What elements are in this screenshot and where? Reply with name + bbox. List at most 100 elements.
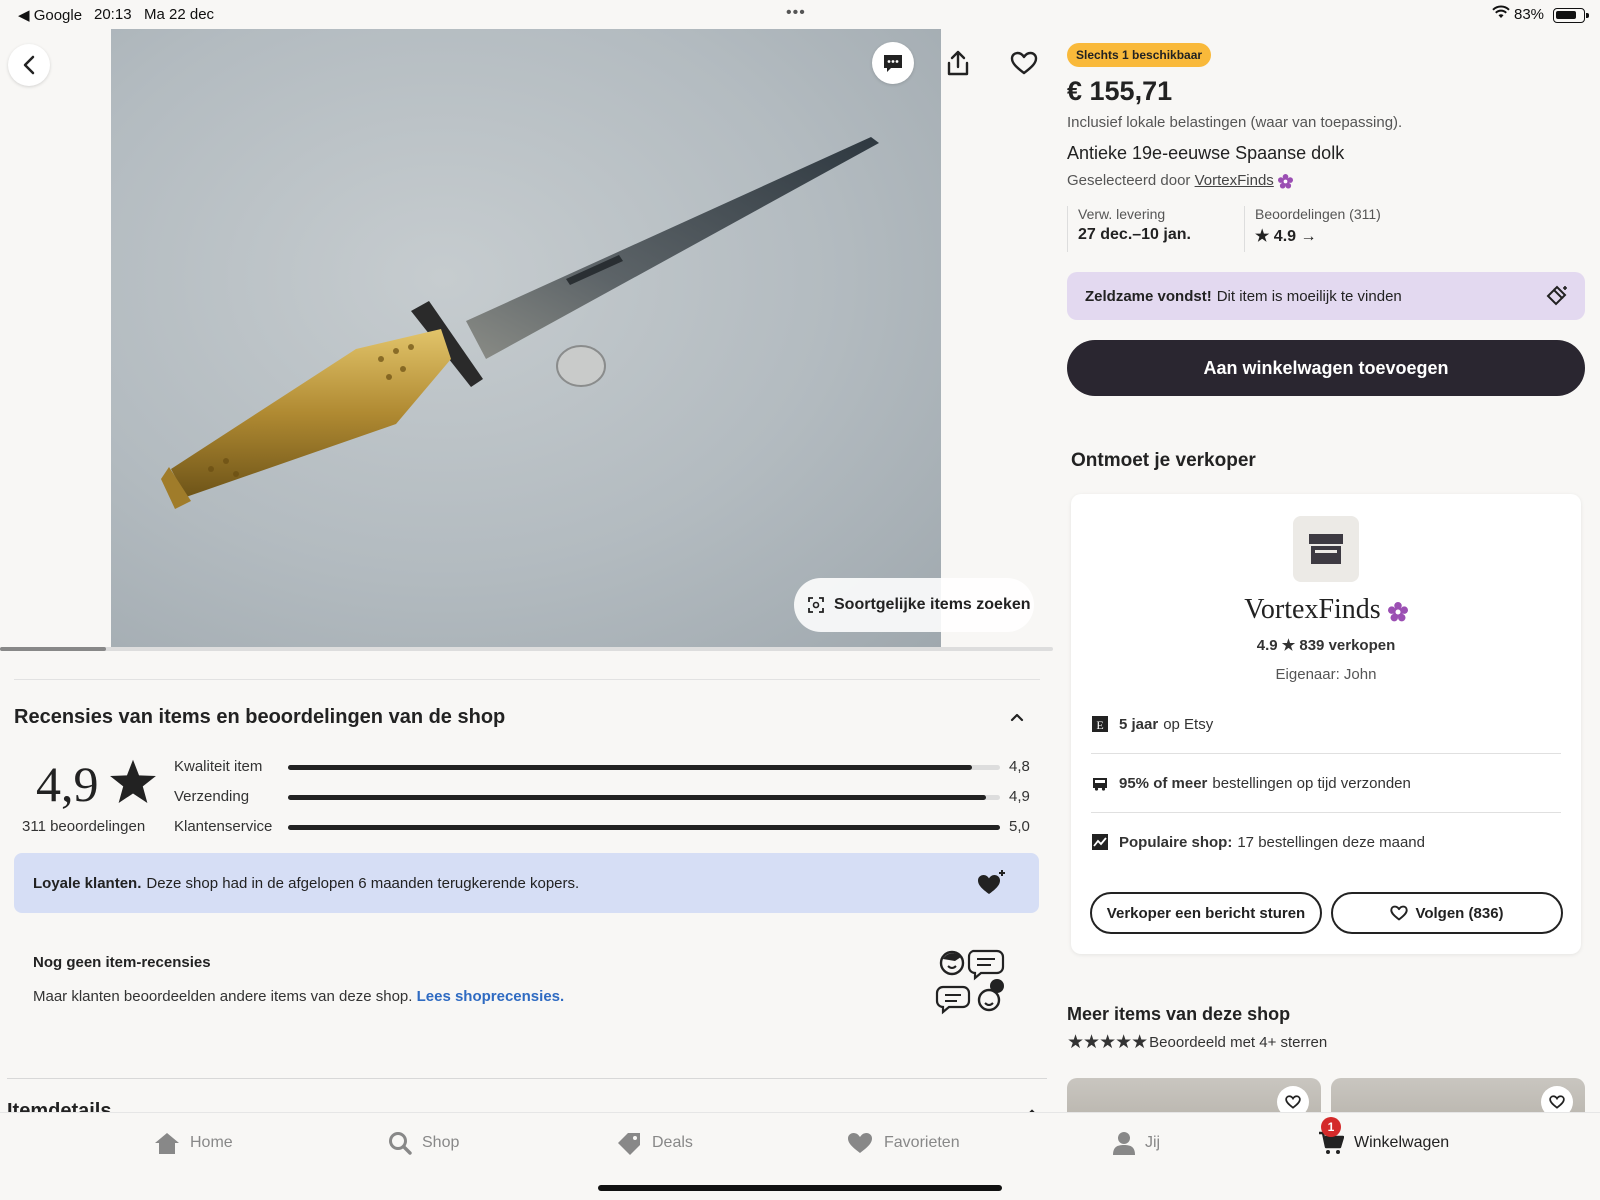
loyal-text: Deze shop had in de afgelopen 6 maanden … [146, 874, 580, 892]
tab-shop[interactable]: Shop [388, 1129, 459, 1157]
delivery-value: 27 dec.–10 jan. [1078, 226, 1191, 243]
popular-shop: Populaire shop: 17 bestellingen deze maa… [1091, 813, 1561, 871]
tab-deals[interactable]: Deals [616, 1129, 693, 1157]
rare-find-strong: Zeldzame vondst! [1085, 287, 1212, 305]
popular-text: 17 bestellingen deze maand [1237, 833, 1425, 851]
back-button[interactable] [8, 44, 50, 86]
find-similar-button[interactable]: Soortgelijke items zoeken [794, 578, 1034, 632]
loyal-customers-banner: Loyale klanten. Deze shop had in de afge… [14, 853, 1039, 913]
tab-label: Home [190, 1134, 233, 1151]
battery-icon [1553, 8, 1589, 23]
wifi-icon [1492, 5, 1510, 23]
trending-chart-icon [1091, 834, 1109, 850]
ontime-text: bestellingen op tijd verzonden [1212, 774, 1411, 792]
star-icon [108, 758, 158, 811]
arrow-right-icon: → [1300, 228, 1317, 245]
shop-storefront-icon [1309, 534, 1343, 564]
no-item-reviews-message: Maar klanten beoordeelden andere items v… [33, 988, 413, 1005]
read-shop-reviews-link[interactable]: Lees shoprecensies. [417, 988, 565, 1005]
delivery-label: Verw. levering [1078, 206, 1166, 222]
item-details-heading[interactable]: Itemdetails [7, 1100, 111, 1112]
favorite-item-button[interactable] [1541, 1086, 1573, 1112]
shop-name[interactable]: VortexFinds [1071, 594, 1581, 626]
tax-note: Inclusief lokale belastingen (waar van t… [1067, 114, 1403, 131]
heart-outline-icon [1390, 905, 1409, 921]
rating-bar [288, 795, 1000, 800]
shop-link[interactable]: VortexFinds [1195, 172, 1274, 189]
heart-outline-icon [1010, 51, 1038, 75]
favorite-item-button[interactable] [1277, 1086, 1309, 1112]
heart-outline-icon [1549, 1095, 1565, 1109]
rating-bar-label: Kwaliteit item [174, 758, 263, 775]
heart-icon [848, 1133, 872, 1153]
add-to-cart-button[interactable]: Aan winkelwagen toevoegen [1067, 340, 1585, 396]
favorite-button[interactable] [1003, 42, 1045, 84]
tab-label: Jij [1145, 1134, 1161, 1151]
share-button[interactable] [937, 42, 979, 84]
rating-bar-fill [288, 765, 972, 770]
chevron-left-icon [23, 55, 35, 75]
rating-bar-fill [288, 795, 986, 800]
product-photo[interactable] [111, 29, 941, 651]
diamond-sparkle-icon [1545, 284, 1571, 312]
years-text: op Etsy [1163, 715, 1214, 733]
rating-count: 311 beoordelingen [22, 818, 146, 835]
loyal-strong: Loyale klanten. [33, 874, 142, 892]
rating-bar-value: 4,9 [1009, 788, 1030, 805]
ontime-strong: 95% of meer [1119, 774, 1208, 792]
star-icon: ★ [1255, 228, 1270, 245]
find-similar-label: Soortgelijke items zoeken [834, 596, 1031, 613]
etsy-logo-icon: E [1091, 716, 1109, 732]
date: Ma 22 dec [144, 6, 215, 23]
cart-count-badge: 1 [1321, 1117, 1341, 1137]
clock: 20:13 [94, 6, 132, 23]
tab-label: Favorieten [884, 1134, 960, 1151]
star-seller-icon [1277, 173, 1293, 189]
image-scroll-track [0, 647, 1053, 651]
dagger-image [161, 137, 879, 509]
delivery-estimate: Verw. levering 27 dec.–10 jan. [1067, 206, 1237, 252]
years-strong: 5 jaar [1119, 715, 1159, 733]
more-item-thumbnail[interactable] [1067, 1078, 1321, 1112]
rare-find-text: Dit item is moeilijk te vinden [1216, 287, 1402, 305]
follow-shop-button[interactable]: Volgen (836) [1331, 892, 1563, 934]
back-to-app-link[interactable]: ◀ Google [18, 6, 82, 24]
reviews-section-title[interactable]: Recensies van items en beoordelingen van… [14, 706, 505, 729]
rating-bar [288, 825, 1000, 830]
tab-label: Deals [652, 1134, 693, 1151]
search-icon [389, 1132, 412, 1155]
selected-by-prefix: Geselecteerd door [1067, 172, 1191, 189]
multitask-dots-icon[interactable]: ••• [786, 4, 806, 22]
chat-bubble-icon [884, 55, 902, 72]
overall-rating: 4,9 [36, 756, 99, 812]
tab-label: Shop [422, 1134, 460, 1151]
message-seller-button[interactable]: Verkoper een bericht sturen [1090, 892, 1322, 934]
shop-owner: Eigenaar: John [1275, 666, 1377, 683]
tab-favorites[interactable]: Favorieten [846, 1129, 960, 1157]
heart-outline-icon [1285, 1095, 1301, 1109]
heart-sparkle-icon [977, 869, 1007, 901]
image-scroll-thumb[interactable] [0, 647, 106, 651]
shop-name-text: VortexFinds [1244, 594, 1381, 625]
item-title: Antieke 19e-eeuwse Spaanse dolk [1067, 143, 1345, 163]
shop-avatar[interactable] [1293, 516, 1359, 582]
reviews-value: 4.9 [1273, 228, 1297, 245]
more-items-title: Meer items van deze shop [1067, 1004, 1291, 1024]
tab-label: Winkelwagen [1354, 1134, 1450, 1151]
tab-you[interactable]: Jij [1113, 1129, 1160, 1157]
years-on-etsy: E 5 jaar op Etsy [1091, 695, 1561, 753]
home-indicator[interactable] [598, 1185, 1002, 1191]
no-item-reviews-title: Nog geen item-recensies [33, 954, 211, 971]
more-items-subtitle: ★★★★★ Beoordeeld met 4+ sterren [1067, 1031, 1327, 1054]
home-icon [155, 1133, 179, 1154]
reviews-summary-link[interactable]: Beoordelingen (311) ★ 4.9 → [1244, 206, 1404, 252]
five-stars-icon: ★★★★★ [1067, 1032, 1148, 1053]
follow-label: Volgen (836) [1415, 904, 1504, 922]
rating-bar-label: Klantenservice [174, 818, 273, 835]
chevron-up-icon[interactable] [1010, 709, 1024, 727]
truck-icon [1091, 775, 1109, 791]
tab-home[interactable]: Home [154, 1129, 233, 1157]
more-item-thumbnail[interactable] [1331, 1078, 1585, 1112]
people-chatting-icon [935, 945, 1007, 1022]
chat-button[interactable] [872, 42, 914, 84]
